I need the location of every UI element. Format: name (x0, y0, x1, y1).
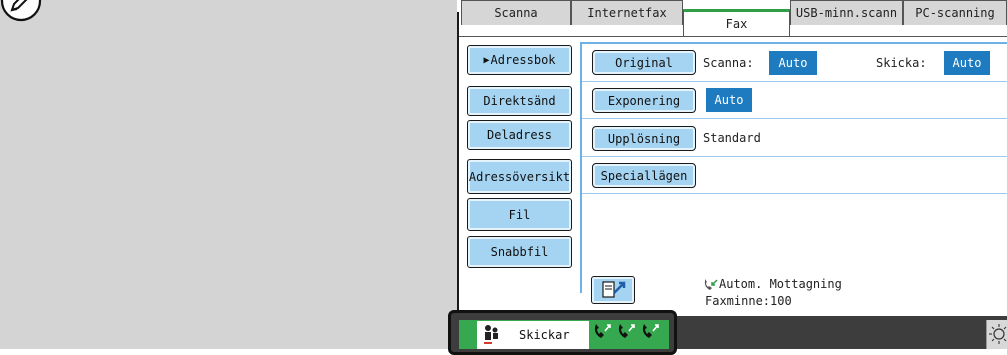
fax-memory: Faxminne:100 (705, 294, 792, 308)
direct-send-button[interactable]: Direktsänd (467, 86, 572, 116)
tab-scan[interactable]: Scanna (461, 0, 571, 25)
address-review-button[interactable]: Adressöversikt (467, 159, 572, 194)
row-divider (582, 156, 1007, 157)
job-status-label: Skickar (519, 328, 570, 342)
exposure-value: Auto (706, 88, 752, 112)
special-modes-button[interactable]: Speciallägen (592, 163, 696, 188)
address-book-icon-button[interactable] (591, 276, 635, 304)
tab-pc-scanning[interactable]: PC-scanning (903, 0, 1007, 25)
brightness-button[interactable] (986, 320, 1007, 349)
job-status-box[interactable]: Skickar (477, 321, 589, 349)
send-label: Skicka: (876, 56, 927, 70)
address-book-label: Adressbok (490, 53, 556, 67)
scan-value: Auto (769, 51, 817, 75)
tab-baseline (459, 36, 1007, 37)
triangle-right-icon: ▶ (483, 54, 490, 66)
resolution-value: Standard (703, 131, 761, 145)
quick-file-button[interactable]: Snabbfil (467, 236, 572, 268)
tab-fax[interactable]: Fax (683, 9, 790, 36)
row-divider (582, 81, 1007, 82)
original-button[interactable]: Original (592, 50, 696, 75)
left-background (0, 0, 457, 349)
brightness-icon (989, 324, 1007, 344)
sender-icon (484, 325, 498, 344)
exposure-button[interactable]: Exponering (592, 88, 696, 113)
resolution-button[interactable]: Upplösning (592, 126, 696, 151)
address-book-icon (602, 281, 626, 298)
sub-address-button[interactable]: Deladress (467, 120, 572, 150)
file-button[interactable]: Fil (467, 198, 572, 231)
tab-usb-scan[interactable]: USB-minn.scann (790, 0, 903, 25)
pen-icon (0, 0, 42, 22)
send-value: Auto (944, 51, 990, 75)
fax-line-icon (594, 324, 659, 338)
tab-internetfax[interactable]: Internetfax (571, 0, 683, 25)
row-divider (582, 118, 1007, 119)
row-divider (582, 193, 1007, 194)
address-book-button[interactable]: ▶ Adressbok (467, 45, 572, 75)
phone-receive-icon (704, 279, 718, 290)
reception-status: Autom. Mottagning (719, 277, 842, 291)
scan-label: Scanna: (703, 56, 754, 70)
